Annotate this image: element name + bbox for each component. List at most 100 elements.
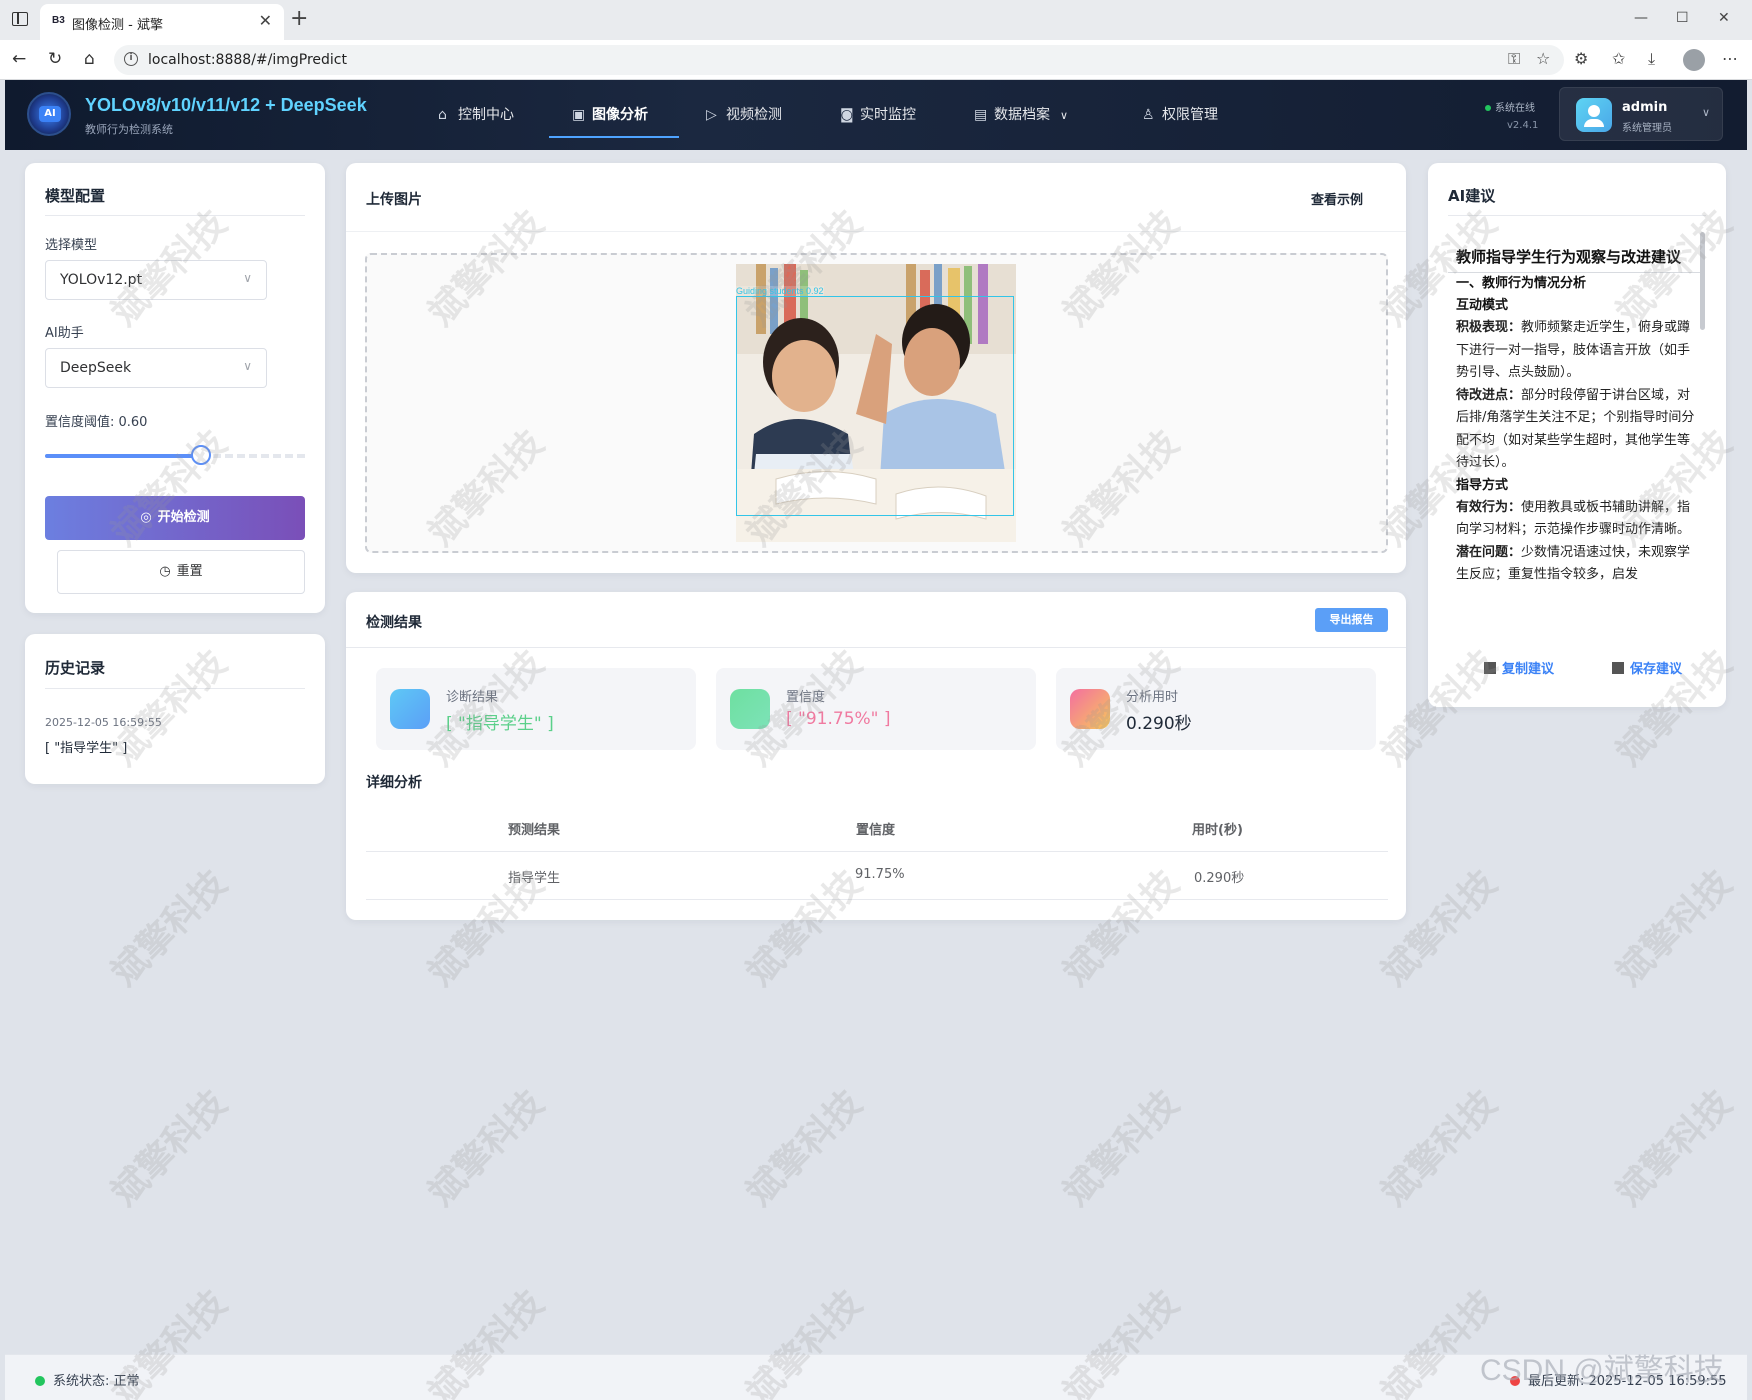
refresh-icon[interactable]: ↻ xyxy=(48,49,62,69)
close-tab-icon[interactable]: ✕ xyxy=(259,11,272,30)
watermark-text: 斌擎科技 xyxy=(104,863,235,994)
chevron-down-icon: ∨ xyxy=(1060,109,1069,122)
clock-icon: ◷ xyxy=(159,564,171,579)
url-input[interactable]: i localhost:8888/#/imgPredict xyxy=(114,45,1564,75)
favicon: B3 xyxy=(52,15,65,26)
new-tab-icon[interactable]: + xyxy=(290,6,308,31)
ai-scrollbar[interactable] xyxy=(1700,232,1705,330)
ai-heading: 教师指导学生行为观察与改进建议 xyxy=(1448,244,1702,273)
close-window-icon[interactable]: ✕ xyxy=(1718,10,1730,26)
results-title: 检测结果 xyxy=(366,615,422,631)
stat-duration: 分析用时 0.290秒 xyxy=(1056,668,1376,750)
assistant-select[interactable]: DeepSeek ∨ xyxy=(45,348,267,388)
ai-title: AI建议 xyxy=(1448,187,1496,205)
csdn-watermark: CSDN @斌擎科技 xyxy=(1480,1354,1724,1387)
table-header: 置信度 xyxy=(856,823,896,838)
detection-bounding-box xyxy=(736,296,1014,516)
divider xyxy=(45,215,305,216)
table-cell: 91.75% xyxy=(855,867,905,882)
back-icon[interactable]: ← xyxy=(12,49,26,69)
window-menu-icon[interactable] xyxy=(12,12,28,26)
key-icon[interactable]: ⚿ xyxy=(1508,49,1520,69)
watermark-text: 斌擎科技 xyxy=(421,1083,552,1214)
chevron-down-icon: ∨ xyxy=(243,359,252,373)
assistant-label: AI助手 xyxy=(45,326,84,341)
profile-avatar[interactable] xyxy=(1683,49,1705,71)
nav-active-indicator xyxy=(549,136,679,138)
confidence-icon xyxy=(730,689,770,729)
slider-fill xyxy=(45,454,201,458)
loading-icon: ◎ xyxy=(140,510,152,525)
ai-section: 一、教师行为情况分析 xyxy=(1456,276,1587,291)
maximize-icon[interactable]: ☐ xyxy=(1676,10,1689,26)
nav-live-monitor[interactable]: ◙ 实时监控 xyxy=(840,104,916,124)
home-icon: ⌂ xyxy=(438,107,447,123)
app-title: YOLOv8/v10/v11/v12 + DeepSeek xyxy=(85,95,367,115)
url-text: localhost:8888/#/imgPredict xyxy=(148,52,347,68)
home-icon[interactable]: ⌂ xyxy=(84,49,95,69)
app-subtitle: 教师行为检测系统 xyxy=(85,123,173,136)
nav-permissions[interactable]: ♙ 权限管理 xyxy=(1142,104,1218,124)
threshold-slider[interactable] xyxy=(45,445,305,465)
tab-title: 图像检测 - 斌擎 xyxy=(72,18,163,33)
site-info-icon[interactable]: i xyxy=(124,52,138,66)
history-value[interactable]: [ "指导学生" ] xyxy=(45,737,127,756)
address-bar: ← ↻ ⌂ i localhost:8888/#/imgPredict ⚿ ☆ … xyxy=(0,40,1752,80)
browser-tab[interactable]: B3 图像检测 - 斌擎 ✕ xyxy=(40,4,284,40)
model-label: 选择模型 xyxy=(45,238,98,253)
table-header: 用时(秒) xyxy=(1192,823,1243,838)
watermark-text: 斌擎科技 xyxy=(1374,1083,1505,1214)
reset-button[interactable]: ◷ 重置 xyxy=(57,550,305,594)
watermark-text: 斌擎科技 xyxy=(1609,1083,1740,1214)
export-report-button[interactable]: 导出报告 xyxy=(1315,608,1388,632)
minimize-icon[interactable]: — xyxy=(1634,10,1648,26)
ai-paragraph: 有效行为：使用教具或板书辅助讲解，指向学习材料；示范操作步骤时动作清晰。 xyxy=(1456,499,1691,538)
nav-control-center[interactable]: ⌂ 控制中心 xyxy=(438,104,514,124)
nav-video-detection[interactable]: ▷ 视频检测 xyxy=(706,104,782,124)
view-example-link[interactable]: 查看示例 xyxy=(1311,189,1363,208)
save-suggestion-button[interactable]: 保存建议 xyxy=(1612,658,1682,677)
table-cell: 0.290秒 xyxy=(1194,871,1245,886)
favorites-icon[interactable]: ✩ xyxy=(1612,49,1625,68)
upload-header: 上传图片 查看示例 xyxy=(346,164,1406,232)
extensions-icon[interactable]: ⚙ xyxy=(1574,49,1588,68)
model-config-title: 模型配置 xyxy=(45,187,106,205)
model-config-card xyxy=(25,163,325,613)
diagnosis-icon xyxy=(390,689,430,729)
slider-thumb[interactable] xyxy=(191,445,211,465)
nav-image-analysis[interactable]: ▣ 图像分析 xyxy=(572,104,648,124)
status-dot xyxy=(35,1376,45,1386)
download-icon[interactable]: ⤓ xyxy=(1648,49,1655,69)
model-select[interactable]: YOLOv12.pt ∨ xyxy=(45,260,267,300)
copy-suggestion-button[interactable]: 复制建议 xyxy=(1484,658,1554,677)
system-status-footer: 系统状态: 正常 xyxy=(35,1370,140,1389)
threshold-label: 置信度阈值: 0.60 xyxy=(45,415,148,430)
document-icon: ▤ xyxy=(974,107,988,123)
slider-rest xyxy=(201,454,305,458)
divider xyxy=(346,647,1406,648)
ai-subsection: 互动模式 xyxy=(1456,298,1509,313)
ai-paragraph: 待改进点：部分时段停留于讲台区域，对后排/角落学生关注不足；个别指导时间分配不均… xyxy=(1456,387,1695,471)
ai-content[interactable]: 教师指导学生行为观察与改进建议 一、教师行为情况分析 互动模式 积极表现：教师频… xyxy=(1448,230,1702,630)
ai-paragraph: 潜在问题：少数情况语速过快，未观察学生反应；重复性指令较多，启发 xyxy=(1456,544,1691,583)
watermark-text: 斌擎科技 xyxy=(1056,1083,1187,1214)
start-detect-button[interactable]: ◎ 开始检测 xyxy=(45,496,305,540)
stat-confidence: 置信度 [ "91.75%" ] xyxy=(716,668,1036,750)
user-menu[interactable]: admin 系统管理员 ∨ xyxy=(1559,87,1723,141)
more-icon[interactable]: ⋯ xyxy=(1722,49,1738,68)
user-avatar xyxy=(1576,98,1612,132)
watermark-text: 斌擎科技 xyxy=(1609,863,1740,994)
table-divider xyxy=(366,899,1388,900)
ai-paragraph: 积极表现：教师频繁走近学生，俯身或蹲下进行一对一指导，肢体语言开放（如手势引导、… xyxy=(1456,320,1691,380)
chevron-down-icon: ∨ xyxy=(243,271,252,285)
logo-icon: AI xyxy=(27,92,71,136)
table-divider xyxy=(366,851,1388,852)
app-header: AI YOLOv8/v10/v11/v12 + DeepSeek 教师行为检测系… xyxy=(5,80,1747,150)
history-time[interactable]: 2025-12-05 16:59:55 xyxy=(45,716,162,729)
copy-icon xyxy=(1484,662,1496,674)
favorite-star-icon[interactable]: ☆ xyxy=(1536,49,1550,68)
chevron-down-icon: ∨ xyxy=(1701,106,1710,119)
stat-diagnosis: 诊断结果 [ "指导学生" ] xyxy=(376,668,696,750)
history-title: 历史记录 xyxy=(45,659,106,677)
nav-data-archive[interactable]: ▤ 数据档案 ∨ xyxy=(974,104,1068,124)
